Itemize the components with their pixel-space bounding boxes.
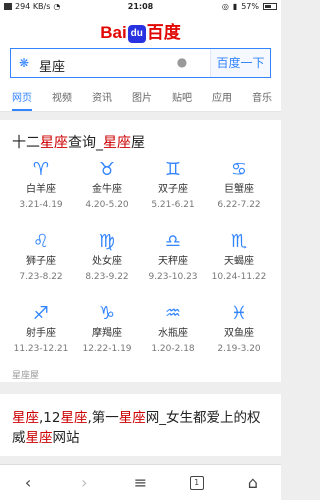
zodiac-date: 6.22-7.22 [217, 200, 261, 210]
zodiac-grid: ♈ 白羊座 3.21-4.19 ♉ 金牛座 4.20-5.20 ♊ 双子座 5.21-6.2… [8, 158, 274, 368]
status-right: ◎ ▮ 57% [222, 2, 277, 11]
zodiac-date: 3.21-4.19 [19, 200, 63, 210]
header: Bai du 百度 ❋ 星座 ● 百度一下 [0, 14, 281, 88]
zodiac-item[interactable]: ♉ 金牛座 4.20-5.20 [74, 158, 140, 224]
zodiac-item[interactable]: ♑ 摩羯座 12.22-1.19 [74, 302, 140, 368]
zodiac-item[interactable]: ♐ 射手座 11.23-12.21 [8, 302, 74, 368]
zodiac-item[interactable]: ♍ 处女座 8.23-9.22 [74, 230, 140, 296]
home-button[interactable]: ⌂ [238, 468, 268, 498]
zodiac-name: 白羊座 [26, 184, 56, 195]
capricorn-icon: ♑ [98, 303, 116, 324]
tab-images[interactable]: 图片 [132, 88, 152, 111]
zodiac-item[interactable]: ♊ 双子座 5.21-6.21 [140, 158, 206, 224]
search-button[interactable]: 百度一下 [210, 49, 270, 77]
taurus-icon: ♉ [98, 159, 116, 180]
tab-apps[interactable]: 应用 [212, 88, 232, 111]
pisces-icon: ♓ [230, 303, 248, 324]
virgo-icon: ♍ [98, 231, 116, 252]
zodiac-date: 1.20-2.18 [151, 344, 195, 354]
tab-count: 1 [189, 475, 204, 490]
zodiac-name: 双子座 [158, 184, 188, 195]
zodiac-item[interactable]: ♒ 水瓶座 1.20-2.18 [140, 302, 206, 368]
tab-tieba[interactable]: 贴吧 [172, 88, 192, 111]
zodiac-item[interactable]: ♈ 白羊座 3.21-4.19 [8, 158, 74, 224]
result-card-horoscope: 十二星座查询_星座屋 ♈ 白羊座 3.21-4.19 ♉ 金牛座 4.20-5.20 ♊… [0, 120, 281, 382]
title-seg: 星座 [118, 410, 146, 426]
zodiac-item[interactable]: ♓ 双鱼座 2.19-3.20 [206, 302, 272, 368]
tab-web[interactable]: 网页 [12, 88, 32, 111]
zodiac-name: 射手座 [26, 328, 56, 339]
title-seg: 网站 [52, 430, 80, 446]
zodiac-date: 8.23-9.22 [85, 272, 129, 282]
microphone-icon[interactable]: ● [174, 55, 190, 71]
search-box[interactable]: ❋ 星座 ● 百度一下 [10, 48, 271, 78]
baidu-logo[interactable]: Bai du 百度 [0, 18, 281, 43]
tab-music[interactable]: 音乐 [252, 88, 272, 111]
cancer-icon: ♋ [230, 159, 248, 180]
back-button[interactable]: ‹ [13, 468, 43, 498]
title-seg: ,12 [39, 410, 61, 426]
battery-percent: 57% [241, 2, 259, 11]
title-seg: 星座 [103, 135, 131, 151]
logo-bai: Bai [100, 23, 127, 42]
paw-icon: ❋ [18, 56, 30, 70]
zodiac-name: 双鱼座 [224, 328, 254, 339]
zodiac-date: 10.24-11.22 [211, 272, 267, 282]
result2-title[interactable]: 星座,12星座,第一星座网_女生都爱上的权威星座网站 [12, 408, 274, 448]
title-seg: 查询_ [68, 135, 103, 151]
aquarius-icon: ♒ [164, 303, 182, 324]
zodiac-name: 天蝎座 [224, 256, 254, 267]
menu-button[interactable]: ≡ [125, 468, 155, 498]
zodiac-name: 摩羯座 [92, 328, 122, 339]
zodiac-name: 处女座 [92, 256, 122, 267]
logo-cn: 百度 [146, 23, 181, 42]
zodiac-name: 狮子座 [26, 256, 56, 267]
eye-icon: ◎ [221, 2, 229, 11]
scorpio-icon: ♏ [230, 231, 248, 252]
title-seg: 星座 [40, 135, 68, 151]
search-tabs: 网页 视频 资讯 图片 贴吧 应用 音乐 [0, 88, 281, 112]
libra-icon: ♎ [164, 231, 182, 252]
result-title[interactable]: 十二星座查询_星座屋 [12, 132, 145, 152]
zodiac-name: 巨蟹座 [224, 184, 254, 195]
zodiac-item[interactable]: ♏ 天蝎座 10.24-11.22 [206, 230, 272, 296]
status-bar: 294 KB/s ◔ 21:08 ◎ ▮ 57% [0, 0, 281, 14]
zodiac-date: 9.23-10.23 [148, 272, 198, 282]
zodiac-date: 5.21-6.21 [151, 200, 195, 210]
zodiac-date: 4.20-5.20 [85, 200, 129, 210]
zodiac-name: 天秤座 [158, 256, 188, 267]
leo-icon: ♌ [32, 231, 50, 252]
title-seg: 星座 [12, 410, 39, 426]
zodiac-date: 2.19-3.20 [217, 344, 261, 354]
zodiac-item[interactable]: ♋ 巨蟹座 6.22-7.22 [206, 158, 272, 224]
sagittarius-icon: ♐ [32, 303, 50, 324]
zodiac-item[interactable]: ♎ 天秤座 9.23-10.23 [140, 230, 206, 296]
gemini-icon: ♊ [164, 159, 182, 180]
tabs-button[interactable]: 1 [182, 468, 212, 498]
zodiac-date: 7.23-8.22 [19, 272, 63, 282]
result-source: 星座屋 [12, 371, 40, 381]
result-card-site: 星座,12星座,第一星座网_女生都爱上的权威星座网站 [0, 394, 281, 456]
title-seg: 星座 [60, 410, 88, 426]
title-seg: 十二 [12, 135, 40, 151]
aries-icon: ♈ [32, 159, 50, 180]
title-seg: ,第一 [87, 410, 119, 426]
logo-paw: du [127, 24, 146, 43]
zodiac-name: 水瓶座 [158, 328, 188, 339]
title-seg: 屋 [131, 135, 145, 151]
zodiac-item[interactable]: ♌ 狮子座 7.23-8.22 [8, 230, 74, 296]
signal-icon: ▮ [232, 2, 238, 11]
battery-icon [263, 3, 277, 10]
zodiac-date: 12.22-1.19 [82, 344, 132, 354]
title-seg: 星座 [25, 430, 53, 446]
zodiac-name: 金牛座 [92, 184, 122, 195]
tab-news[interactable]: 资讯 [92, 88, 112, 111]
search-input[interactable]: 星座 [39, 56, 65, 75]
bottom-navbar: ‹ › ≡ 1 ⌂ [0, 464, 281, 500]
forward-button[interactable]: › [69, 468, 99, 498]
zodiac-date: 11.23-12.21 [13, 344, 69, 354]
tab-video[interactable]: 视频 [52, 88, 72, 111]
